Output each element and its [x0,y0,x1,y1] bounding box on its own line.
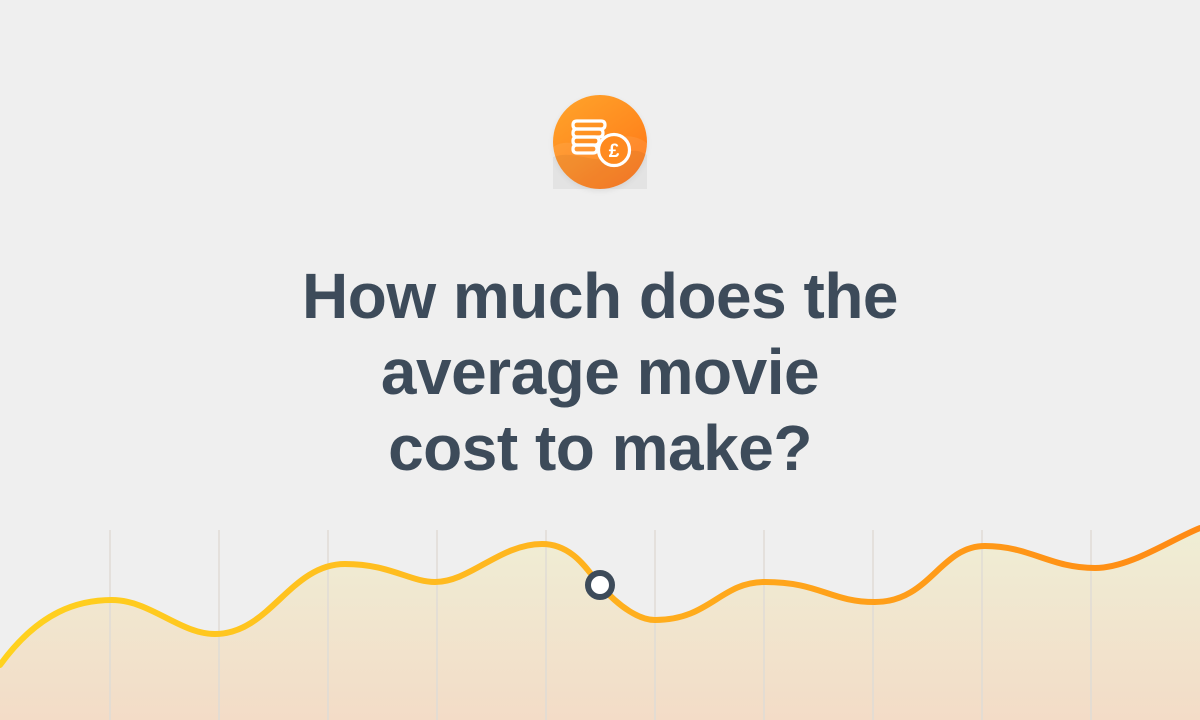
svg-text:£: £ [609,141,620,162]
page-title: How much does the average movie cost to … [200,258,1000,486]
hero-banner: £ How much does the average movie cost t… [0,0,1200,720]
title-line-1: How much does the [302,260,899,332]
title-line-2: average movie [380,336,820,408]
decorative-trend-line [0,525,1200,720]
trend-marker [585,570,615,600]
logo: £ [553,95,647,189]
title-line-3: cost to make? [388,412,812,484]
coin-stack-pound-icon: £ [553,119,647,189]
